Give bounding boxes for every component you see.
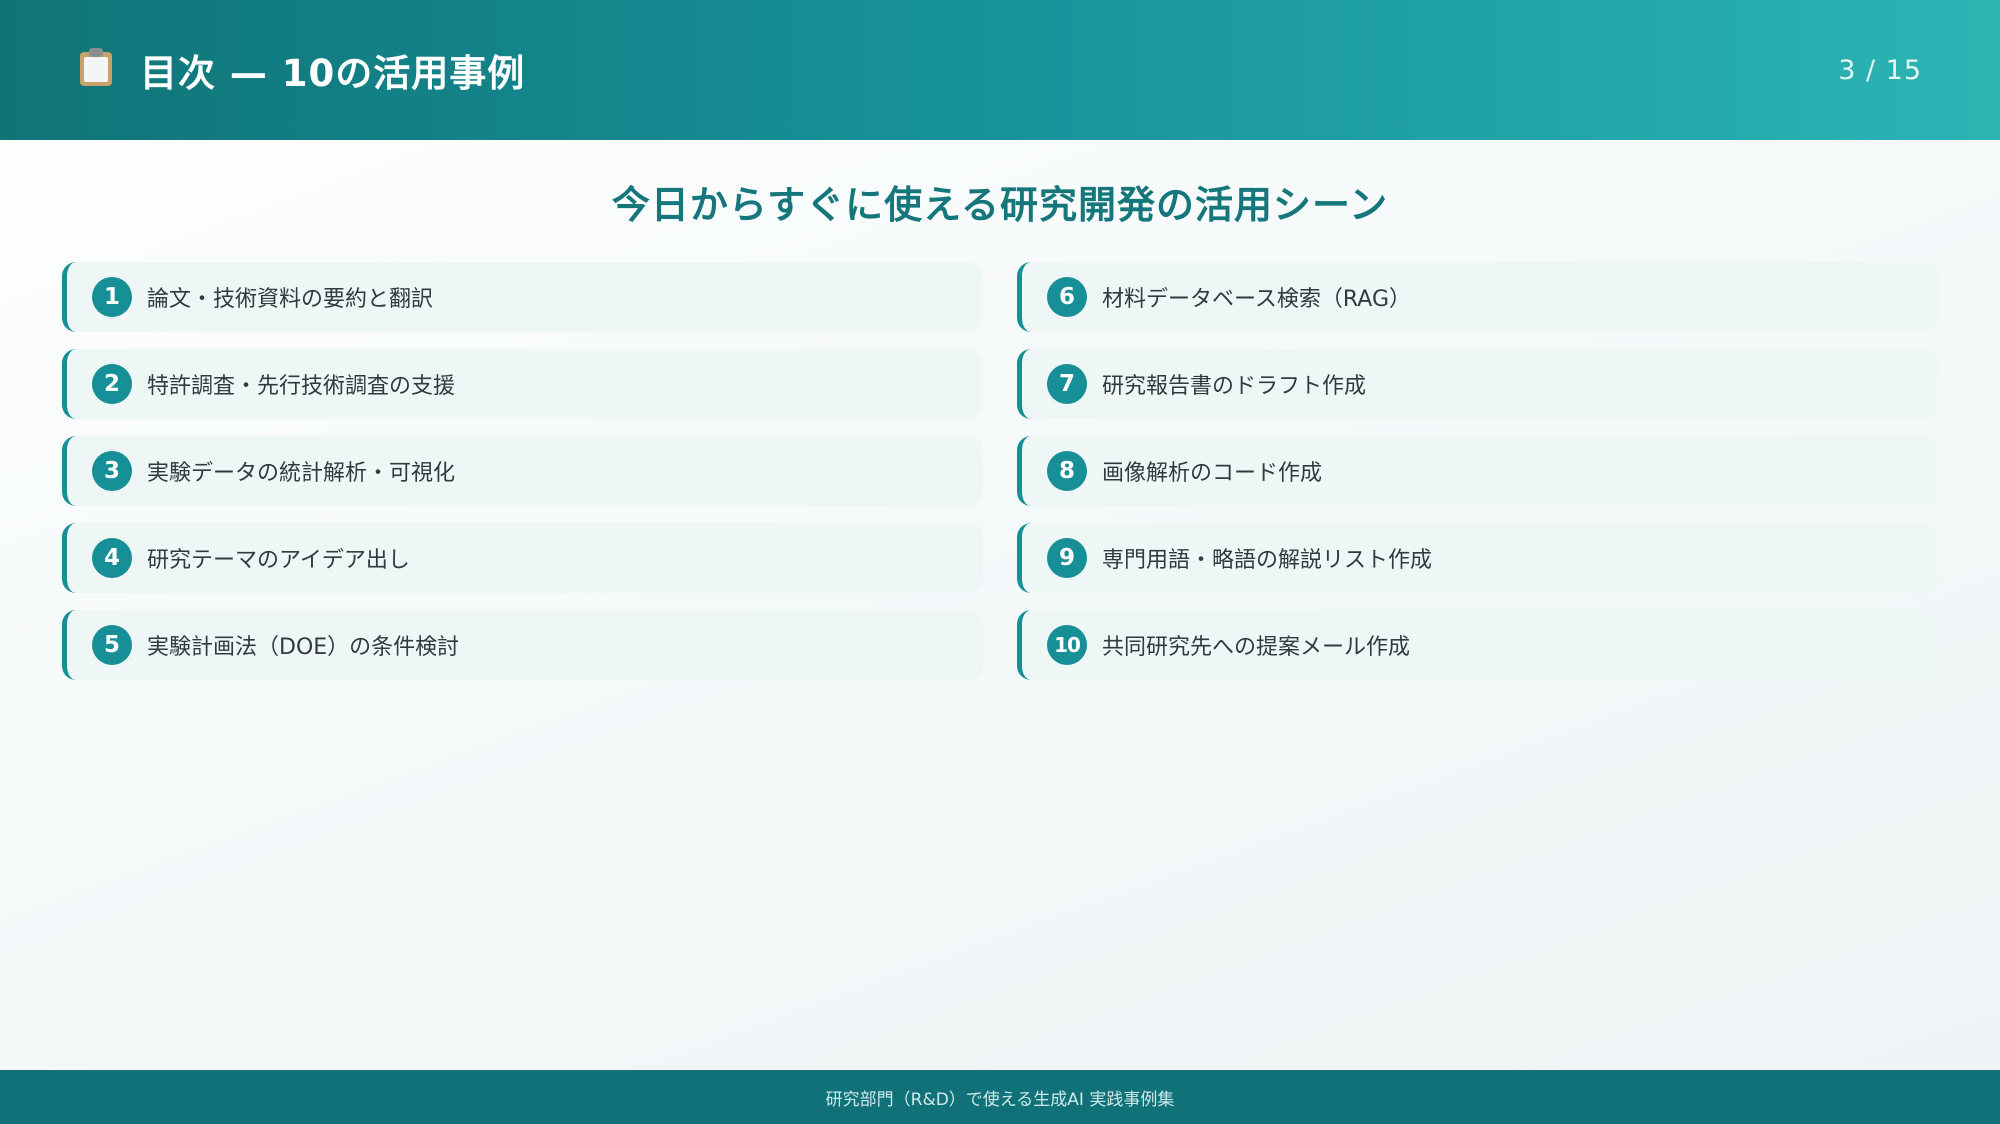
- clipboard-icon: [80, 48, 112, 86]
- section-subtitle: 今日からすぐに使える研究開発の活用シーン: [611, 183, 1389, 227]
- use-case-card: 3 実験データの統計解析・可視化: [62, 436, 983, 506]
- use-case-label: 論文・技術資料の要約と翻訳: [147, 287, 434, 312]
- slide-header: 目次 — 10の活用事例 3 / 15: [0, 0, 2000, 140]
- use-case-label: 特許調査・先行技術調査の支援: [147, 374, 456, 399]
- use-case-label: 研究報告書のドラフト作成: [1102, 374, 1367, 399]
- use-case-label: 材料データベース検索（RAG）: [1102, 287, 1412, 312]
- number-badge: 1: [92, 277, 132, 317]
- use-case-label: 画像解析のコード作成: [1102, 461, 1323, 486]
- use-case-grid: 1 論文・技術資料の要約と翻訳 6 材料データベース検索（RAG） 2 特許調査…: [62, 262, 1938, 680]
- use-case-card: 6 材料データベース検索（RAG）: [1017, 262, 1938, 332]
- number-badge: 6: [1047, 277, 1087, 317]
- use-case-card: 7 研究報告書のドラフト作成: [1017, 349, 1938, 419]
- use-case-card: 2 特許調査・先行技術調査の支援: [62, 349, 983, 419]
- use-case-card: 5 実験計画法（DOE）の条件検討: [62, 610, 983, 680]
- page-counter: 3 / 15: [1838, 54, 1922, 86]
- use-case-card: 10 共同研究先への提案メール作成: [1017, 610, 1938, 680]
- use-case-card: 8 画像解析のコード作成: [1017, 436, 1938, 506]
- use-case-label: 実験計画法（DOE）の条件検討: [147, 635, 460, 660]
- use-case-label: 研究テーマのアイデア出し: [147, 548, 410, 573]
- number-badge: 8: [1047, 451, 1087, 491]
- number-badge: 10: [1047, 625, 1087, 665]
- slide-footer: 研究部門（R&D）で使える生成AI 実践事例集: [0, 1070, 2000, 1124]
- use-case-label: 専門用語・略語の解説リスト作成: [1102, 548, 1433, 573]
- footer-text: 研究部門（R&D）で使える生成AI 実践事例集: [825, 1089, 1175, 1110]
- use-case-card: 4 研究テーマのアイデア出し: [62, 523, 983, 593]
- number-badge: 9: [1047, 538, 1087, 578]
- number-badge: 5: [92, 625, 132, 665]
- use-case-label: 共同研究先への提案メール作成: [1102, 635, 1411, 660]
- number-badge: 2: [92, 364, 132, 404]
- use-case-card: 1 論文・技術資料の要約と翻訳: [62, 262, 983, 332]
- use-case-card: 9 専門用語・略語の解説リスト作成: [1017, 523, 1938, 593]
- number-badge: 7: [1047, 364, 1087, 404]
- number-badge: 3: [92, 451, 132, 491]
- slide-title: 目次 — 10の活用事例: [140, 52, 526, 95]
- use-case-label: 実験データの統計解析・可視化: [147, 461, 456, 486]
- number-badge: 4: [92, 538, 132, 578]
